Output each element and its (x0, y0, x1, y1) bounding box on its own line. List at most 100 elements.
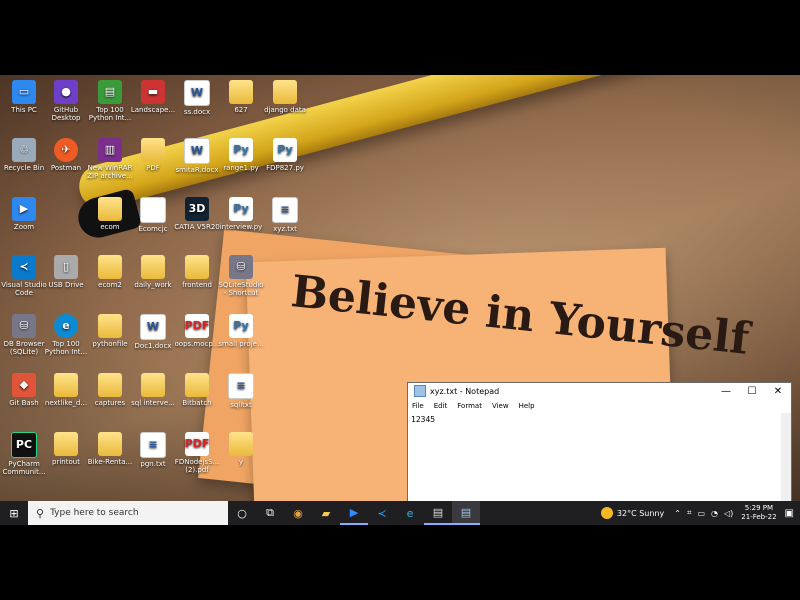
maximize-button[interactable]: ☐ (739, 386, 765, 397)
notepad-text-area[interactable]: 12345 (408, 413, 791, 426)
weather-widget[interactable]: 32°C Sunny (600, 507, 664, 519)
desktop-icon-range1-py[interactable]: Py range1.py (217, 138, 265, 172)
menu-file[interactable]: File (412, 402, 424, 410)
desktop-icon-ecom[interactable]: ecom (86, 197, 134, 231)
desktop-icon-small-project[interactable]: Py small proje... (217, 314, 265, 348)
folder-icon (54, 432, 78, 456)
python-file-icon: ▤ (432, 505, 444, 519)
cortana-button[interactable]: ○ (228, 501, 256, 525)
desktop-icon-captures[interactable]: captures (86, 373, 134, 407)
start-button[interactable]: ⊞ (0, 501, 28, 525)
desktop-icon-top100[interactable]: ▤ Top 100 Python Int... (86, 80, 134, 122)
menu-help[interactable]: Help (519, 402, 535, 410)
folder-icon: ▰ (321, 506, 331, 520)
window-controls: — ☐ ✕ (713, 386, 791, 397)
desktop-icon-ecomcjc[interactable]: Ecomcjc (129, 197, 177, 233)
menu-edit[interactable]: Edit (434, 402, 448, 410)
desktop-icon-usb-drive[interactable]: ▯ USB Drive (42, 255, 90, 289)
desktop-icon-ss-docx[interactable]: Wss.docx (173, 80, 221, 116)
taskbar-notepad[interactable]: ▤ (452, 501, 480, 525)
desktop-icon-sqll-txt[interactable]: ≡ sqlltxt (217, 373, 265, 409)
desktop-icon-pythonfile[interactable]: pythonfile (86, 314, 134, 348)
desktop-icon-winrar[interactable]: ▥ New WinRAR ZIP archive... (86, 138, 134, 180)
pycharm-icon: PC (11, 432, 37, 458)
python-icon: Py (229, 314, 253, 338)
folder-icon (141, 373, 165, 397)
taskbar-file-explorer[interactable]: ▰ (312, 501, 340, 525)
desktop-icon-interview-py[interactable]: Py interview.py (217, 197, 265, 231)
desktop-icon-bike-rental[interactable]: Bike-Renta... (86, 432, 134, 466)
edge-icon: e (406, 506, 414, 520)
desktop-icon-top100-edge[interactable]: e Top 100 Python Int... (42, 314, 90, 356)
desktop-icon-sqlitestudio[interactable]: ⛁ SQLiteStudio - Shortcut (217, 255, 265, 297)
sun-icon (600, 507, 613, 519)
network-icon[interactable]: ⌗ (687, 508, 692, 518)
folder-icon (141, 138, 165, 162)
desktop-icon-oops-pdf[interactable]: PDF oops.mocp... (173, 314, 221, 348)
taskbar-zoom[interactable]: ▶ (340, 501, 368, 525)
edge-icon: e (54, 314, 78, 338)
desktop-icon-postman[interactable]: ✈ Postman (42, 138, 90, 172)
desktop-icon-sql-interview[interactable]: sql interve... (129, 373, 177, 407)
desktop-icon-ecom2[interactable]: ecom2 (86, 255, 134, 289)
menu-format[interactable]: Format (457, 402, 482, 410)
desktop-icon-pgn-txt[interactable]: ≡ pgn.txt (129, 432, 177, 468)
chevron-up-icon[interactable]: ⌃ (674, 509, 681, 518)
text-file-icon: ≡ (228, 373, 254, 399)
notepad-title: xyz.txt - Notepad (430, 386, 500, 396)
desktop-icon-pdf[interactable]: PDF (129, 138, 177, 172)
taskbar-edge[interactable]: e (396, 501, 424, 525)
taskbar-vscode[interactable]: ≺ (368, 501, 396, 525)
desktop-icon-zoom[interactable]: ▶ Zoom (0, 197, 48, 231)
watermark-title: Activate Windows (628, 456, 726, 469)
desktop-icon-landscape[interactable]: ▬ Landscape... (129, 80, 177, 114)
taskbar-python-file[interactable]: ▤ (424, 501, 452, 525)
usb-drive-icon: ▯ (54, 255, 78, 279)
desktop-icon-this-pc[interactable]: ▭ This PC (0, 80, 48, 114)
archive-icon: ▥ (98, 138, 122, 162)
folder-icon (229, 432, 253, 456)
desktop-icon-y[interactable]: y (217, 432, 265, 466)
desktop-icon-daily-work[interactable]: daily_work (129, 255, 177, 289)
wifi-icon[interactable]: ◔ (711, 509, 718, 518)
cortana-icon: ○ (237, 506, 247, 520)
desktop-icon-fdnodejs-pdf[interactable]: PDF FDNodejsS... (2).pdf (173, 432, 221, 474)
clock[interactable]: 5:29 PM 21-Feb-22 (741, 504, 776, 522)
desktop-icon-db-browser[interactable]: ⛁ DB Browser (SQLite) (0, 314, 48, 356)
desktop-icon-frontend[interactable]: frontend (173, 255, 221, 289)
document-icon: ▤ (98, 80, 122, 104)
desktop-icon-doc1-docx[interactable]: W Doc1.docx (129, 314, 177, 350)
desktop-icon-pycharm[interactable]: PC PyCharm Communit... (0, 432, 48, 476)
notifications-icon[interactable]: ▣ (785, 508, 794, 519)
taskbar-search-box[interactable]: ⚲ Type here to search (28, 501, 228, 525)
desktop-icon-catia[interactable]: 3D CATIA V5R20 (173, 197, 221, 231)
desktop-screen: Believe in Yourself ▭ This PC ● GitHub Des… (0, 75, 800, 525)
notepad-window[interactable]: xyz.txt - Notepad — ☐ ✕ File Edit Format… (407, 382, 792, 503)
taskbar-chrome[interactable]: ◉ (284, 501, 312, 525)
task-view-button[interactable]: ⧉ (256, 501, 284, 525)
postman-icon: ✈ (54, 138, 78, 162)
desktop-icon-recycle-bin[interactable]: ♲ Recycle Bin (0, 138, 48, 172)
text-file-icon: ≡ (140, 432, 166, 458)
desktop-icon-git-bash[interactable]: ◆ Git Bash (0, 373, 48, 407)
close-button[interactable]: ✕ (765, 386, 791, 397)
desktop-icon-github-desktop[interactable]: ● GitHub Desktop (42, 80, 90, 122)
volume-icon[interactable]: ◁) (724, 509, 733, 518)
desktop-icon-bitbatch[interactable]: Bitbatch (173, 373, 221, 407)
desktop-icon-smitar-docx[interactable]: WsmitaR.docx (173, 138, 221, 174)
desktop-icon-fdp827-py[interactable]: Py FDP827.py (261, 138, 309, 172)
desktop-icon-627[interactable]: 627 (217, 80, 265, 114)
notepad-scrollbar[interactable] (781, 413, 791, 502)
notepad-title-bar[interactable]: xyz.txt - Notepad — ☐ ✕ (408, 383, 791, 399)
desktop-icon-django-data[interactable]: django data (261, 80, 309, 114)
clock-date: 21-Feb-22 (741, 513, 777, 521)
minimize-button[interactable]: — (713, 386, 739, 397)
desktop-icon-vscode[interactable]: ≺ Visual Studio Code (0, 255, 48, 297)
desktop-icon-xyz-txt[interactable]: ≡ xyz.txt (261, 197, 309, 233)
desktop-icon-printout[interactable]: printout (42, 432, 90, 466)
menu-view[interactable]: View (492, 402, 509, 410)
folder-icon (185, 373, 209, 397)
desktop-icon-nextlike[interactable]: nextlike_d... (42, 373, 90, 407)
search-placeholder: Type here to search (50, 508, 139, 518)
battery-icon[interactable]: ▭ (697, 509, 705, 518)
